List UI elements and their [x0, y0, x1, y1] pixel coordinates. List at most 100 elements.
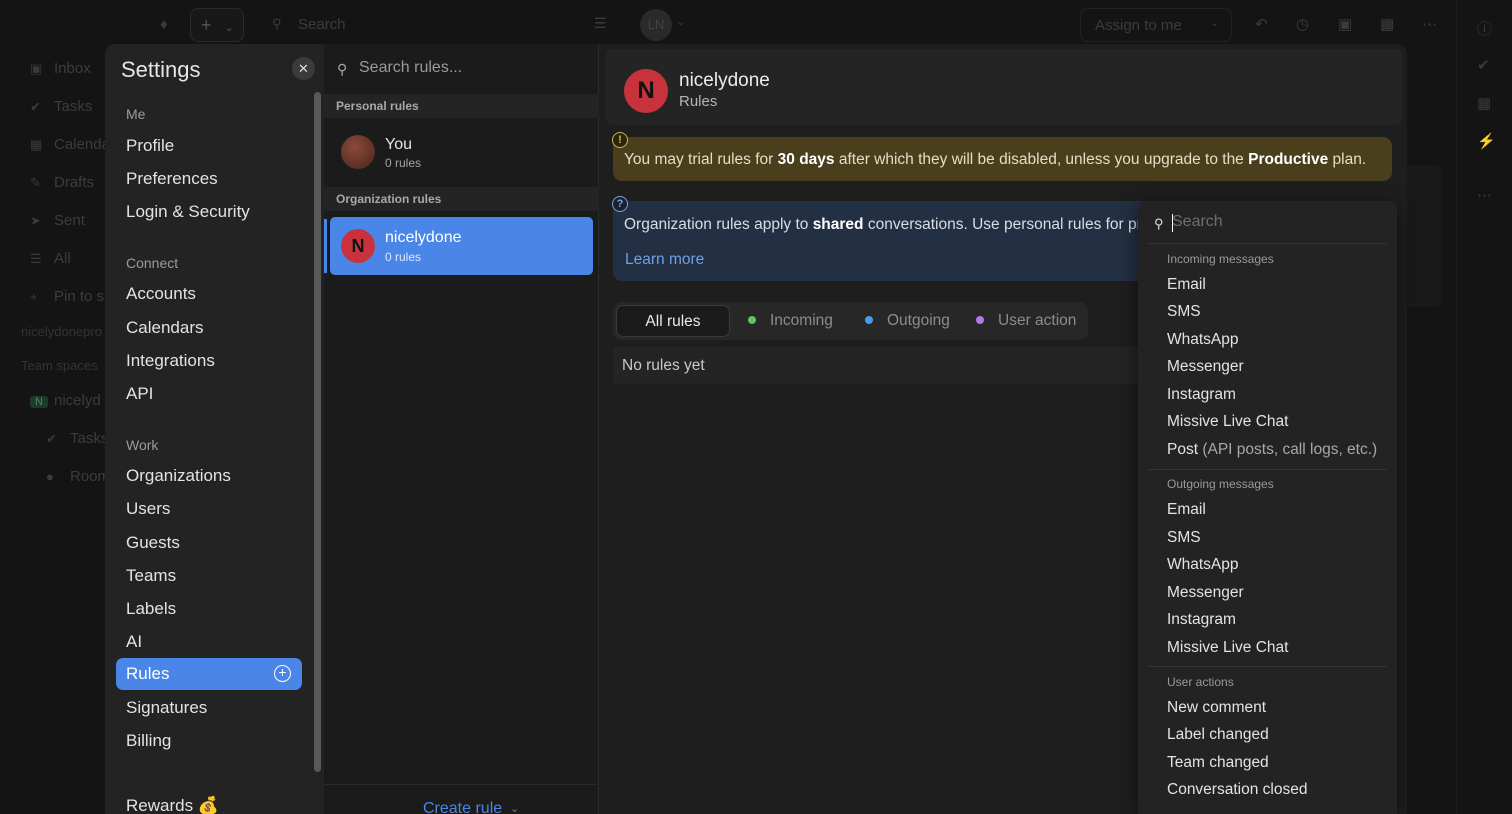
menu-item-incoming-live-chat[interactable]: Missive Live Chat	[1167, 413, 1288, 431]
info-text: Organization rules apply to shared conve…	[624, 216, 1153, 233]
settings-item-billing[interactable]: Billing	[126, 731, 171, 751]
tab-incoming[interactable]: Incoming	[748, 312, 833, 330]
sidebar-scrollbar[interactable]	[314, 92, 321, 772]
rules-header: N nicelydone Rules ⌡	[606, 49, 1402, 125]
user-actions-header: User actions	[1167, 675, 1234, 689]
nav-sent[interactable]: ➤ Sent	[30, 212, 105, 238]
menu-item-incoming-whatsapp[interactable]: WhatsApp	[1167, 331, 1239, 349]
undo-icon[interactable]: ↶	[1255, 15, 1268, 33]
settings-title: Settings	[121, 57, 201, 82]
menu-item-post[interactable]: Post (API posts, call logs, etc.)	[1167, 441, 1377, 459]
menu-item-incoming-email[interactable]: Email	[1167, 276, 1206, 294]
user-avatar[interactable]: LN	[640, 9, 672, 41]
chevron-down-icon[interactable]: ⌄	[676, 15, 685, 28]
menu-item-outgoing-sms[interactable]: SMS	[1167, 529, 1201, 547]
menu-item-incoming-instagram[interactable]: Instagram	[1167, 386, 1236, 404]
nav-label: Calenda	[54, 136, 105, 153]
personal-rules-header: Personal rules	[324, 94, 599, 118]
nav-team-tasks[interactable]: ✔ Tasks	[46, 430, 105, 456]
top-bar: ♦ + ⌄ ⚲ Search ☰ LN ⌄ Assign to me ⌄ ↶ ◷…	[0, 0, 1512, 50]
menu-item-incoming-messenger[interactable]: Messenger	[1167, 358, 1244, 376]
nav-pin[interactable]: + Pin to s	[30, 288, 105, 314]
tab-user-action[interactable]: User action	[976, 312, 1076, 330]
close-icon[interactable]: ✕	[292, 57, 315, 80]
learn-more-link[interactable]: Learn more	[625, 251, 704, 269]
section-connect: Connect	[126, 255, 179, 271]
personal-rules-owner[interactable]: You	[385, 136, 412, 154]
create-rule-button[interactable]: Create rule	[423, 800, 502, 814]
nav-drafts[interactable]: ✎ Drafts	[30, 174, 105, 200]
more-icon[interactable]: ⋯	[1477, 186, 1492, 204]
settings-item-calendars[interactable]: Calendars	[126, 318, 204, 338]
chevron-down-icon: ⌄	[224, 22, 234, 34]
tab-all-rules[interactable]: All rules	[616, 305, 730, 337]
menu-item-team-changed[interactable]: Team changed	[1167, 754, 1269, 772]
info-banner: Organization rules apply to shared conve…	[613, 201, 1153, 281]
nav-team[interactable]: Nnicelyd	[30, 392, 105, 418]
menu-item-outgoing-live-chat[interactable]: Missive Live Chat	[1167, 639, 1288, 657]
nav-all[interactable]: ☰ All	[30, 250, 105, 276]
settings-item-ai[interactable]: AI	[126, 632, 142, 652]
filter-icon[interactable]: ☰	[594, 15, 607, 32]
menu-item-outgoing-messenger[interactable]: Messenger	[1167, 584, 1244, 602]
settings-item-users[interactable]: Users	[126, 499, 170, 519]
nav-team-rooms[interactable]: ● Room	[46, 468, 105, 494]
more-icon[interactable]: ⋯	[1422, 15, 1437, 33]
check-circle-icon[interactable]: ✔	[1477, 56, 1490, 74]
avatar	[341, 135, 375, 169]
outgoing-dot-icon	[865, 316, 873, 324]
settings-item-signatures[interactable]: Signatures	[126, 698, 207, 718]
incoming-messages-header: Incoming messages	[1167, 252, 1274, 266]
menu-item-conversation-closed[interactable]: Conversation closed	[1167, 781, 1307, 799]
settings-item-rewards[interactable]: Rewards 💰	[126, 796, 219, 814]
settings-item-login-security[interactable]: Login & Security	[126, 202, 250, 222]
menu-item-outgoing-whatsapp[interactable]: WhatsApp	[1167, 556, 1239, 574]
outgoing-messages-header: Outgoing messages	[1167, 477, 1274, 491]
settings-item-preferences[interactable]: Preferences	[126, 169, 218, 189]
nav-calendar[interactable]: ▦ Calenda	[30, 136, 105, 162]
main-sidebar: ▣ Inbox ✔ Tasks ▦ Calenda ✎ Drafts ➤ Sent ☰ Al…	[0, 50, 105, 814]
rules-search-input[interactable]: Search rules...	[359, 59, 462, 77]
settings-item-integrations[interactable]: Integrations	[126, 351, 215, 371]
nav-label: Tasks	[54, 98, 93, 115]
info-icon[interactable]: ⓘ	[1477, 18, 1492, 39]
menu-item-outgoing-email[interactable]: Email	[1167, 501, 1206, 519]
chevron-down-icon[interactable]: ⌄	[510, 802, 519, 814]
organization-rules-item[interactable]: N nicelydone 0 rules	[330, 217, 593, 275]
stack-icon: ☰	[30, 251, 42, 266]
settings-item-rules[interactable]: Rules +	[116, 658, 302, 690]
settings-item-accounts[interactable]: Accounts	[126, 284, 196, 304]
tab-outgoing[interactable]: Outgoing	[865, 312, 950, 330]
user-action-dot-icon	[976, 316, 984, 324]
warning-text: You may trial rules for 30 days after wh…	[624, 151, 1367, 168]
menu-item-incoming-sms[interactable]: SMS	[1167, 303, 1201, 321]
settings-item-labels[interactable]: Labels	[126, 599, 176, 619]
calendar-icon[interactable]: ▦	[1477, 94, 1491, 112]
menu-item-outgoing-instagram[interactable]: Instagram	[1167, 611, 1236, 629]
global-search-input[interactable]: Search	[266, 8, 576, 42]
org-avatar: N	[624, 69, 668, 113]
trigger-search-input[interactable]: Search	[1172, 213, 1223, 231]
menu-item-label-changed[interactable]: Label changed	[1167, 726, 1269, 744]
nav-inbox[interactable]: ▣ Inbox	[30, 60, 105, 86]
bell-icon[interactable]: ♦	[160, 16, 176, 33]
trash-icon[interactable]: ▦	[1380, 15, 1394, 33]
menu-item-new-comment[interactable]: New comment	[1167, 699, 1266, 717]
add-circle-icon[interactable]: +	[274, 665, 291, 682]
snooze-clock-icon[interactable]: ◷	[1296, 15, 1309, 33]
inbox-icon: ▣	[30, 61, 43, 76]
org-name: nicelydone	[385, 229, 462, 246]
archive-icon[interactable]: ▣	[1338, 15, 1352, 33]
compose-button[interactable]: + ⌄	[190, 8, 244, 42]
settings-item-teams[interactable]: Teams	[126, 566, 176, 586]
chat-bubble-icon: ●	[46, 469, 54, 484]
settings-item-guests[interactable]: Guests	[126, 533, 180, 553]
selection-indicator	[324, 219, 327, 273]
settings-item-organizations[interactable]: Organizations	[126, 466, 231, 486]
settings-item-api[interactable]: API	[126, 384, 153, 404]
settings-item-profile[interactable]: Profile	[126, 136, 174, 156]
lightning-icon[interactable]: ⚡	[1477, 132, 1496, 150]
tab-label: Incoming	[770, 312, 833, 329]
chevron-down-icon[interactable]: ⌄	[1210, 16, 1219, 29]
nav-tasks[interactable]: ✔ Tasks	[30, 98, 105, 124]
